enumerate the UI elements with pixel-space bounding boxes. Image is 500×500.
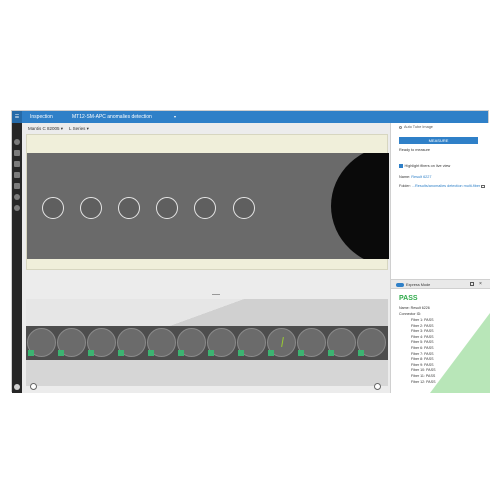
camera-toolbar: Mantis C 82005 ▾ L Series ▾ xyxy=(22,123,390,133)
result-name-row: Name: Result 6227 xyxy=(399,175,432,179)
result-status: PASS xyxy=(399,295,418,302)
main-content: Mantis C 82005 ▾ L Series ▾ xyxy=(22,123,390,393)
account-icon[interactable] xyxy=(14,384,20,390)
name-label: Name: xyxy=(399,175,411,179)
fiber-marker xyxy=(233,197,255,219)
close-icon[interactable]: × xyxy=(479,281,482,287)
left-sidebar xyxy=(12,123,22,393)
fiber-thumbnail[interactable] xyxy=(237,328,266,357)
folder-path-link[interactable]: ...Results/anomalies detection multi-fib… xyxy=(412,184,480,188)
auto-tube-toggle[interactable]: Auto Tube Image xyxy=(399,125,433,129)
fiber-thumbnail[interactable] xyxy=(57,328,86,357)
fiber-marker xyxy=(42,197,64,219)
connector-id-label: Connector ID: xyxy=(399,312,422,316)
highlight-label: Highlight fibers on live view xyxy=(404,164,451,168)
settings-circle-icon[interactable] xyxy=(374,383,381,390)
folder-icon[interactable] xyxy=(14,172,20,178)
fiber-thumbnail[interactable] xyxy=(177,328,206,357)
fiber-thumbnail[interactable] xyxy=(27,328,56,357)
title-bar: ☰ Inspection MT12-SM-APC anomalies detec… xyxy=(12,111,488,123)
close-circle-icon[interactable] xyxy=(30,383,37,390)
fiber-thumbnail[interactable] xyxy=(357,328,386,357)
highlight-fibers-checkbox[interactable]: Highlight fibers on live view xyxy=(399,164,450,168)
result-name-label: Name: xyxy=(399,306,410,310)
inspection-tab[interactable]: MT12-SM-APC anomalies detection xyxy=(72,114,152,120)
external-window-icon[interactable] xyxy=(470,282,474,286)
fiber-thumbnail[interactable] xyxy=(297,328,326,357)
gear-icon[interactable] xyxy=(14,194,20,200)
fiber-thumbnail[interactable] xyxy=(327,328,356,357)
menu-button[interactable]: ☰ xyxy=(12,111,22,123)
fiber-results-list: Fiber 1: PASS Fiber 2: PASS Fiber 3: PAS… xyxy=(411,318,436,385)
splitter-handle[interactable] xyxy=(212,294,220,295)
strip-background xyxy=(26,299,388,326)
fiber-thumbnail[interactable] xyxy=(147,328,176,357)
fiber-marker xyxy=(118,197,140,219)
status-text: Ready to measure xyxy=(399,148,431,152)
connector-edge xyxy=(331,153,389,259)
fiber-result: Fiber 12: PASS xyxy=(411,379,436,384)
folder-icon[interactable] xyxy=(481,184,486,188)
app-title: Inspection xyxy=(30,114,53,120)
right-panel: Auto Tube Image MEASURE Ready to measure… xyxy=(390,123,490,393)
flag-icon[interactable] xyxy=(14,150,20,156)
fiber-thumbnail-strip xyxy=(26,299,388,386)
pass-decoration xyxy=(430,313,490,393)
tab-dropdown-icon[interactable]: ▾ xyxy=(174,114,176,119)
auto-tube-label: Auto Tube Image xyxy=(404,125,433,129)
fiber-thumbnail[interactable] xyxy=(87,328,116,357)
express-mode-switch[interactable] xyxy=(396,283,404,287)
fiber-result: Fiber 3: PASS xyxy=(411,329,434,334)
fiber-result: Fiber 11: PASS xyxy=(411,373,436,378)
result-name: Name: Result 6226 xyxy=(399,306,430,310)
clock-icon[interactable] xyxy=(14,139,20,145)
fiber-thumbnail[interactable] xyxy=(207,328,236,357)
folder-row: Folder: ...Results/anomalies detection m… xyxy=(399,184,486,188)
express-mode-bar: Express Mode × xyxy=(391,279,490,289)
fiber-thumbnail[interactable] xyxy=(117,328,146,357)
live-view-panel xyxy=(26,134,389,270)
anomaly-mark xyxy=(281,336,284,348)
measure-button[interactable]: MEASURE xyxy=(399,137,478,144)
inspection-window: ☰ Inspection MT12-SM-APC anomalies detec… xyxy=(11,110,490,393)
folder-label: Folder: xyxy=(399,184,411,188)
results-panel: PASS Name: Result 6226 Connector ID: Fib… xyxy=(391,289,490,393)
fiber-result: Fiber 8: PASS xyxy=(411,357,434,362)
fiber-result: Fiber 6: PASS xyxy=(411,345,434,350)
fiber-thumbnail[interactable] xyxy=(267,328,296,357)
live-camera-image[interactable] xyxy=(27,153,389,259)
series-select[interactable]: L Series ▾ xyxy=(69,126,89,132)
fiber-marker xyxy=(156,197,178,219)
camera-select[interactable]: Mantis C 82005 ▾ xyxy=(28,126,63,132)
thumbnails-row xyxy=(26,326,388,360)
bottom-bar xyxy=(22,381,390,393)
grid-icon[interactable] xyxy=(14,161,20,167)
fiber-result: Fiber 1: PASS xyxy=(411,318,434,322)
result-name-value: Result 6226 xyxy=(410,306,430,310)
checkbox-icon xyxy=(399,164,403,168)
fiber-marker xyxy=(80,197,102,219)
wrench-icon[interactable] xyxy=(14,183,20,189)
fiber-marker xyxy=(194,197,216,219)
hamburger-icon: ☰ xyxy=(14,114,20,120)
express-mode-label: Express Mode xyxy=(406,283,431,287)
users-icon[interactable] xyxy=(14,205,20,211)
result-name-link[interactable]: Result 6227 xyxy=(411,175,431,179)
toggle-icon xyxy=(399,125,402,129)
